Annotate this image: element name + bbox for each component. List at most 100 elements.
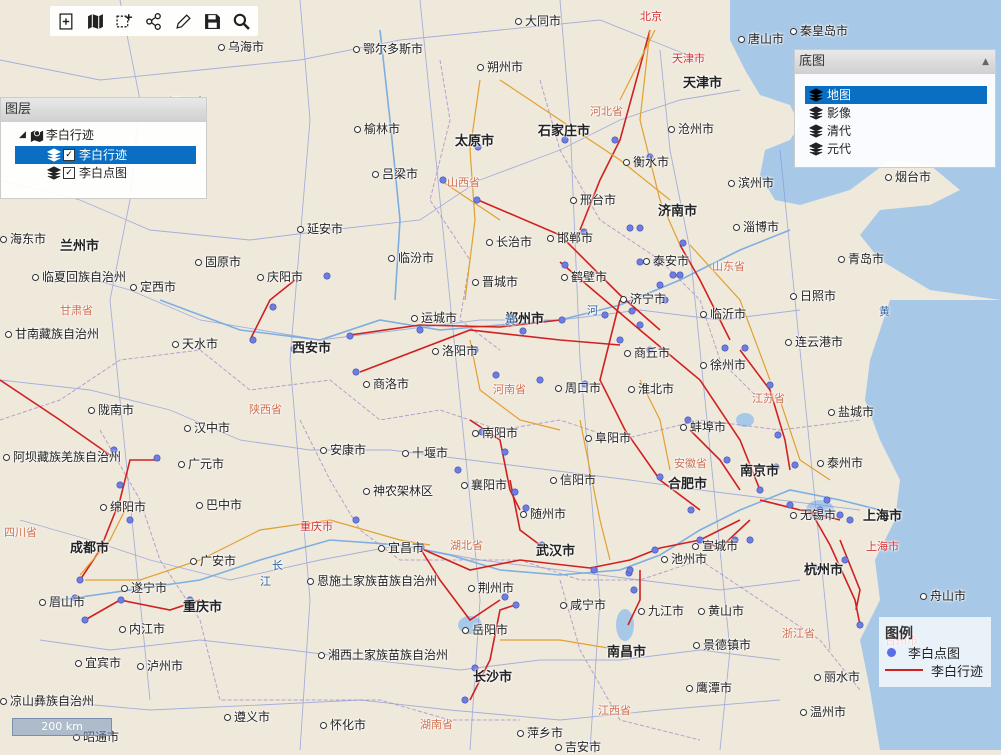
route-point[interactable] xyxy=(352,368,360,376)
route-point[interactable] xyxy=(590,566,598,574)
layer-checkbox-route[interactable]: ✓ xyxy=(63,149,75,161)
basemap-option-map[interactable]: 地图 xyxy=(805,86,987,104)
route-point[interactable] xyxy=(454,466,462,474)
map-label-text: 徐州市 xyxy=(710,358,747,372)
route-point[interactable] xyxy=(628,307,636,315)
collapse-icon[interactable]: ◢ xyxy=(19,126,26,144)
map-label: 成都市 xyxy=(70,537,109,556)
route-point[interactable] xyxy=(117,596,125,604)
route-point[interactable] xyxy=(679,239,687,247)
city-dot-icon xyxy=(517,730,524,737)
map-label: 北京 xyxy=(640,8,662,24)
collapse-arrow-icon[interactable]: ▲ xyxy=(982,50,989,74)
route-point[interactable] xyxy=(774,431,782,439)
route-point[interactable] xyxy=(116,481,124,489)
route-point[interactable] xyxy=(153,454,161,462)
map-label: 青岛市 xyxy=(838,250,884,267)
basemap-option-yuan[interactable]: 元代 xyxy=(805,140,987,158)
city-dot-icon xyxy=(520,511,527,518)
edit-icon[interactable] xyxy=(171,9,195,33)
route-point[interactable] xyxy=(352,516,360,524)
route-point[interactable] xyxy=(846,516,854,524)
map-label: 随州市 xyxy=(520,505,566,522)
map-label-text: 巴中市 xyxy=(206,498,243,512)
route-point[interactable] xyxy=(630,586,638,594)
save-icon[interactable] xyxy=(200,9,224,33)
add-icon[interactable] xyxy=(55,9,79,33)
route-point[interactable] xyxy=(439,176,447,184)
layer-checkbox-points[interactable]: ✓ xyxy=(63,167,75,179)
route-point[interactable] xyxy=(676,271,684,279)
route-point[interactable] xyxy=(741,344,749,352)
route-point[interactable] xyxy=(81,616,89,624)
route-point[interactable] xyxy=(723,456,731,464)
map-label-text: 宣城市 xyxy=(702,539,739,553)
route-point[interactable] xyxy=(636,321,644,329)
search-icon[interactable] xyxy=(229,9,253,33)
route-point[interactable] xyxy=(461,696,469,704)
route-point[interactable] xyxy=(558,316,566,324)
map-label: 日照市 xyxy=(790,287,836,304)
route-point[interactable] xyxy=(616,336,624,344)
route-point[interactable] xyxy=(249,336,257,344)
route-point[interactable] xyxy=(651,546,659,554)
layers-icon[interactable] xyxy=(84,9,108,33)
route-point[interactable] xyxy=(721,344,729,352)
city-dot-icon xyxy=(137,663,144,670)
route-point[interactable] xyxy=(611,136,619,144)
route-point[interactable] xyxy=(856,621,864,629)
layer-panel-header[interactable]: 图层 xyxy=(1,98,206,122)
route-point[interactable] xyxy=(626,566,634,574)
basemap-option-imagery[interactable]: 影像 xyxy=(805,104,987,122)
route-point[interactable] xyxy=(501,448,509,456)
map-label: 乌海市 xyxy=(218,38,264,55)
route-point[interactable] xyxy=(323,272,331,280)
route-point[interactable] xyxy=(269,303,277,311)
route-point[interactable] xyxy=(626,224,634,232)
route-point[interactable] xyxy=(669,271,677,279)
route-point[interactable] xyxy=(636,224,644,232)
route-point[interactable] xyxy=(473,196,481,204)
map-label: 荆州市 xyxy=(468,579,514,596)
route-point[interactable] xyxy=(823,496,831,504)
route-point[interactable] xyxy=(746,536,754,544)
city-dot-icon xyxy=(620,296,627,303)
city-dot-icon xyxy=(550,477,557,484)
route-point[interactable] xyxy=(756,486,764,494)
basemap-option-qing[interactable]: 清代 xyxy=(805,122,987,140)
layer-group-row[interactable]: ◢ 李白行迹 xyxy=(1,126,206,144)
route-point[interactable] xyxy=(687,506,695,514)
route-point[interactable] xyxy=(512,601,520,609)
map-label: 鹤壁市 xyxy=(561,268,607,285)
layer-row-route[interactable]: ✓ 李白行迹 xyxy=(15,146,196,164)
route-point[interactable] xyxy=(519,327,527,335)
layer-row-points[interactable]: ✓ 李白点图 xyxy=(1,164,206,182)
route-point[interactable] xyxy=(836,511,844,519)
route-point[interactable] xyxy=(601,311,609,319)
route-point[interactable] xyxy=(76,576,84,584)
route-point[interactable] xyxy=(126,516,134,524)
city-dot-icon xyxy=(515,18,522,25)
route-point[interactable] xyxy=(656,281,664,289)
route-point[interactable] xyxy=(766,381,774,389)
layer-stack-icon xyxy=(809,142,823,156)
basemap-panel-header[interactable]: 底图 ▲ xyxy=(795,50,995,74)
map-label: 天水市 xyxy=(172,335,218,352)
route-point[interactable] xyxy=(791,461,799,469)
share-icon[interactable] xyxy=(142,9,166,33)
map-label-text: 陕西省 xyxy=(249,403,282,416)
map-label: 定西市 xyxy=(130,278,176,295)
map-label: 宜宾市 xyxy=(75,654,121,671)
city-dot-icon xyxy=(728,180,735,187)
route-point[interactable] xyxy=(536,376,544,384)
map-label: 山东省 xyxy=(712,258,745,274)
route-point[interactable] xyxy=(416,326,424,334)
route-point[interactable] xyxy=(511,488,519,496)
route-point[interactable] xyxy=(346,332,354,340)
lake-poyang xyxy=(616,609,634,641)
route-point[interactable] xyxy=(492,371,500,379)
map-label: 天津市 xyxy=(672,50,705,66)
select-add-icon[interactable] xyxy=(113,9,137,33)
map-label-text: 泰州市 xyxy=(827,456,864,470)
route-point[interactable] xyxy=(656,473,664,481)
